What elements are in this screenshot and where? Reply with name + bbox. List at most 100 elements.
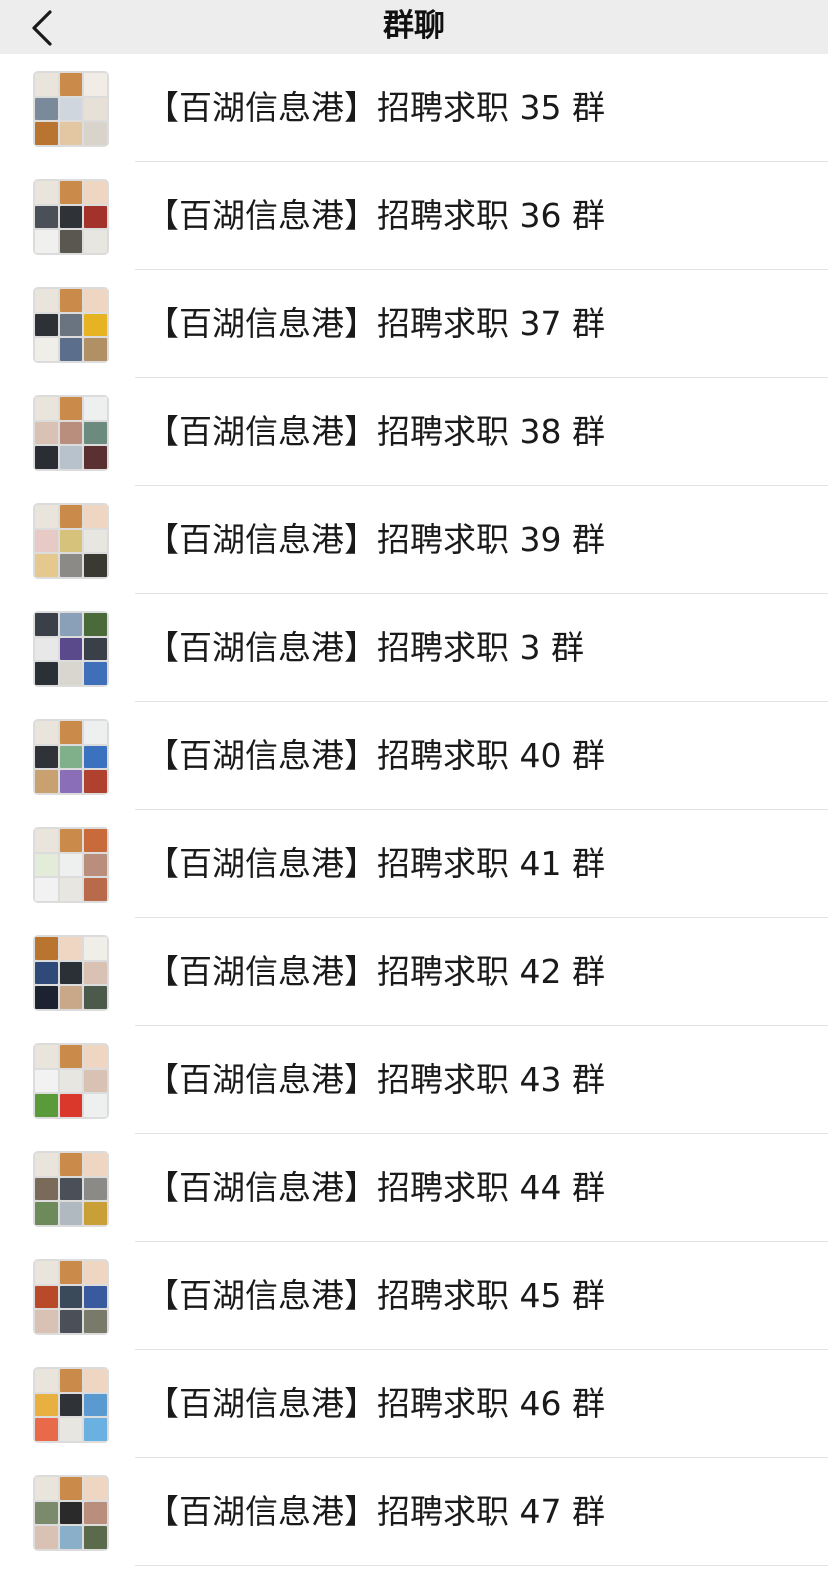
group-chat-item[interactable]: 【百湖信息港】招聘求职 37 群	[0, 270, 828, 378]
group-chat-item[interactable]: 【百湖信息港】招聘求职 35 群	[0, 54, 828, 162]
group-chat-item[interactable]: 【百湖信息港】招聘求职 42 群	[0, 918, 828, 1026]
avatar-tile	[35, 1261, 58, 1284]
avatar-tile	[35, 1069, 58, 1093]
avatar-tile	[84, 1202, 107, 1225]
avatar-tile	[59, 1310, 83, 1333]
group-name: 【百湖信息港】招聘求职 40 群	[146, 736, 605, 775]
avatar-tile	[59, 181, 83, 204]
avatar-tile	[35, 313, 58, 337]
group-chat-item[interactable]: 【百湖信息港】招聘求职 44 群	[0, 1134, 828, 1242]
avatar-tile	[84, 1094, 107, 1117]
group-chat-item[interactable]: 【百湖信息港】招聘求职 39 群	[0, 486, 828, 594]
group-chat-item[interactable]: 【百湖信息港】招聘求职 46 群	[0, 1350, 828, 1458]
avatar-tile	[35, 1285, 58, 1309]
avatar-tile	[84, 853, 107, 877]
group-chat-item[interactable]: 【百湖信息港】招聘求职 43 群	[0, 1026, 828, 1134]
avatar-tile	[59, 829, 83, 852]
group-name: 【百湖信息港】招聘求职 44 群	[146, 1168, 605, 1207]
avatar-tile	[59, 1477, 83, 1500]
group-name: 【百湖信息港】招聘求职 41 群	[146, 844, 605, 883]
avatar-tile	[59, 770, 83, 793]
group-chat-item[interactable]: 【百湖信息港】招聘求职 36 群	[0, 162, 828, 270]
avatar-tile	[84, 745, 107, 769]
avatar-tile	[35, 1477, 58, 1500]
group-name: 【百湖信息港】招聘求职 47 群	[146, 1492, 605, 1531]
avatar-tile	[35, 122, 58, 145]
avatar-tile	[84, 829, 107, 852]
avatar-tile	[84, 1393, 107, 1417]
group-avatar	[33, 395, 109, 471]
avatar-tile	[84, 770, 107, 793]
avatar-tile	[59, 613, 83, 636]
group-name: 【百湖信息港】招聘求职 42 群	[146, 952, 605, 991]
avatar-tile	[84, 446, 107, 469]
avatar-tile	[59, 289, 83, 312]
group-chat-item[interactable]: 【百湖信息港】招聘求职 3 群	[0, 594, 828, 702]
avatar-tile	[35, 1094, 58, 1117]
avatar-tile	[84, 397, 107, 420]
avatar-tile	[35, 73, 58, 96]
avatar-tile	[84, 1418, 107, 1441]
avatar-tile	[59, 1393, 83, 1417]
avatar-tile	[84, 505, 107, 528]
avatar-tile	[59, 1153, 83, 1176]
avatar-tile	[59, 230, 83, 253]
avatar-tile	[35, 1153, 58, 1176]
avatar-tile	[35, 421, 58, 445]
avatar-tile	[84, 637, 107, 661]
avatar-tile	[84, 662, 107, 685]
group-chat-item[interactable]: 【百湖信息港】招聘求职 47 群	[0, 1458, 828, 1566]
group-avatar	[33, 827, 109, 903]
group-chat-item[interactable]: 【百湖信息港】招聘求职 40 群	[0, 702, 828, 810]
avatar-tile	[59, 421, 83, 445]
avatar-tile	[84, 1501, 107, 1525]
avatar-tile	[59, 1261, 83, 1284]
group-chat-item[interactable]: 【百湖信息港】招聘求职 45 群	[0, 1242, 828, 1350]
avatar-tile	[35, 721, 58, 744]
avatar-tile	[35, 613, 58, 636]
group-chat-item[interactable]: 【百湖信息港】招聘求职 41 群	[0, 810, 828, 918]
avatar-tile	[84, 73, 107, 96]
group-avatar	[33, 1475, 109, 1551]
avatar-tile	[35, 397, 58, 420]
avatar-tile	[84, 1310, 107, 1333]
avatar-tile	[59, 721, 83, 744]
avatar-tile	[59, 1177, 83, 1201]
avatar-tile	[35, 1418, 58, 1441]
group-chat-item[interactable]: 【百湖信息港】招聘求职 38 群	[0, 378, 828, 486]
avatar-tile	[35, 529, 58, 553]
group-chat-list: 【百湖信息港】招聘求职 35 群【百湖信息港】招聘求职 36 群【百湖信息港】招…	[0, 54, 828, 1566]
avatar-tile	[59, 1526, 83, 1549]
avatar-tile	[35, 505, 58, 528]
group-avatar	[33, 1367, 109, 1443]
avatar-tile	[59, 554, 83, 577]
avatar-tile	[35, 446, 58, 469]
avatar-tile	[84, 961, 107, 985]
avatar-tile	[35, 554, 58, 577]
avatar-tile	[84, 1526, 107, 1549]
avatar-tile	[59, 662, 83, 685]
group-avatar	[33, 1151, 109, 1227]
group-avatar	[33, 611, 109, 687]
avatar-tile	[59, 986, 83, 1009]
group-avatar	[33, 1259, 109, 1335]
avatar-tile	[59, 1202, 83, 1225]
avatar-tile	[35, 637, 58, 661]
avatar-tile	[59, 97, 83, 121]
group-name: 【百湖信息港】招聘求职 36 群	[146, 196, 605, 235]
avatar-tile	[35, 205, 58, 229]
avatar-tile	[59, 637, 83, 661]
avatar-tile	[84, 1069, 107, 1093]
avatar-tile	[35, 338, 58, 361]
avatar-tile	[59, 1418, 83, 1441]
group-avatar	[33, 719, 109, 795]
avatar-tile	[35, 1526, 58, 1549]
group-name: 【百湖信息港】招聘求职 46 群	[146, 1384, 605, 1423]
avatar-tile	[59, 1369, 83, 1392]
avatar-tile	[35, 961, 58, 985]
avatar-tile	[35, 1202, 58, 1225]
avatar-tile	[35, 1310, 58, 1333]
avatar-tile	[59, 122, 83, 145]
avatar-tile	[59, 1501, 83, 1525]
avatar-tile	[84, 554, 107, 577]
